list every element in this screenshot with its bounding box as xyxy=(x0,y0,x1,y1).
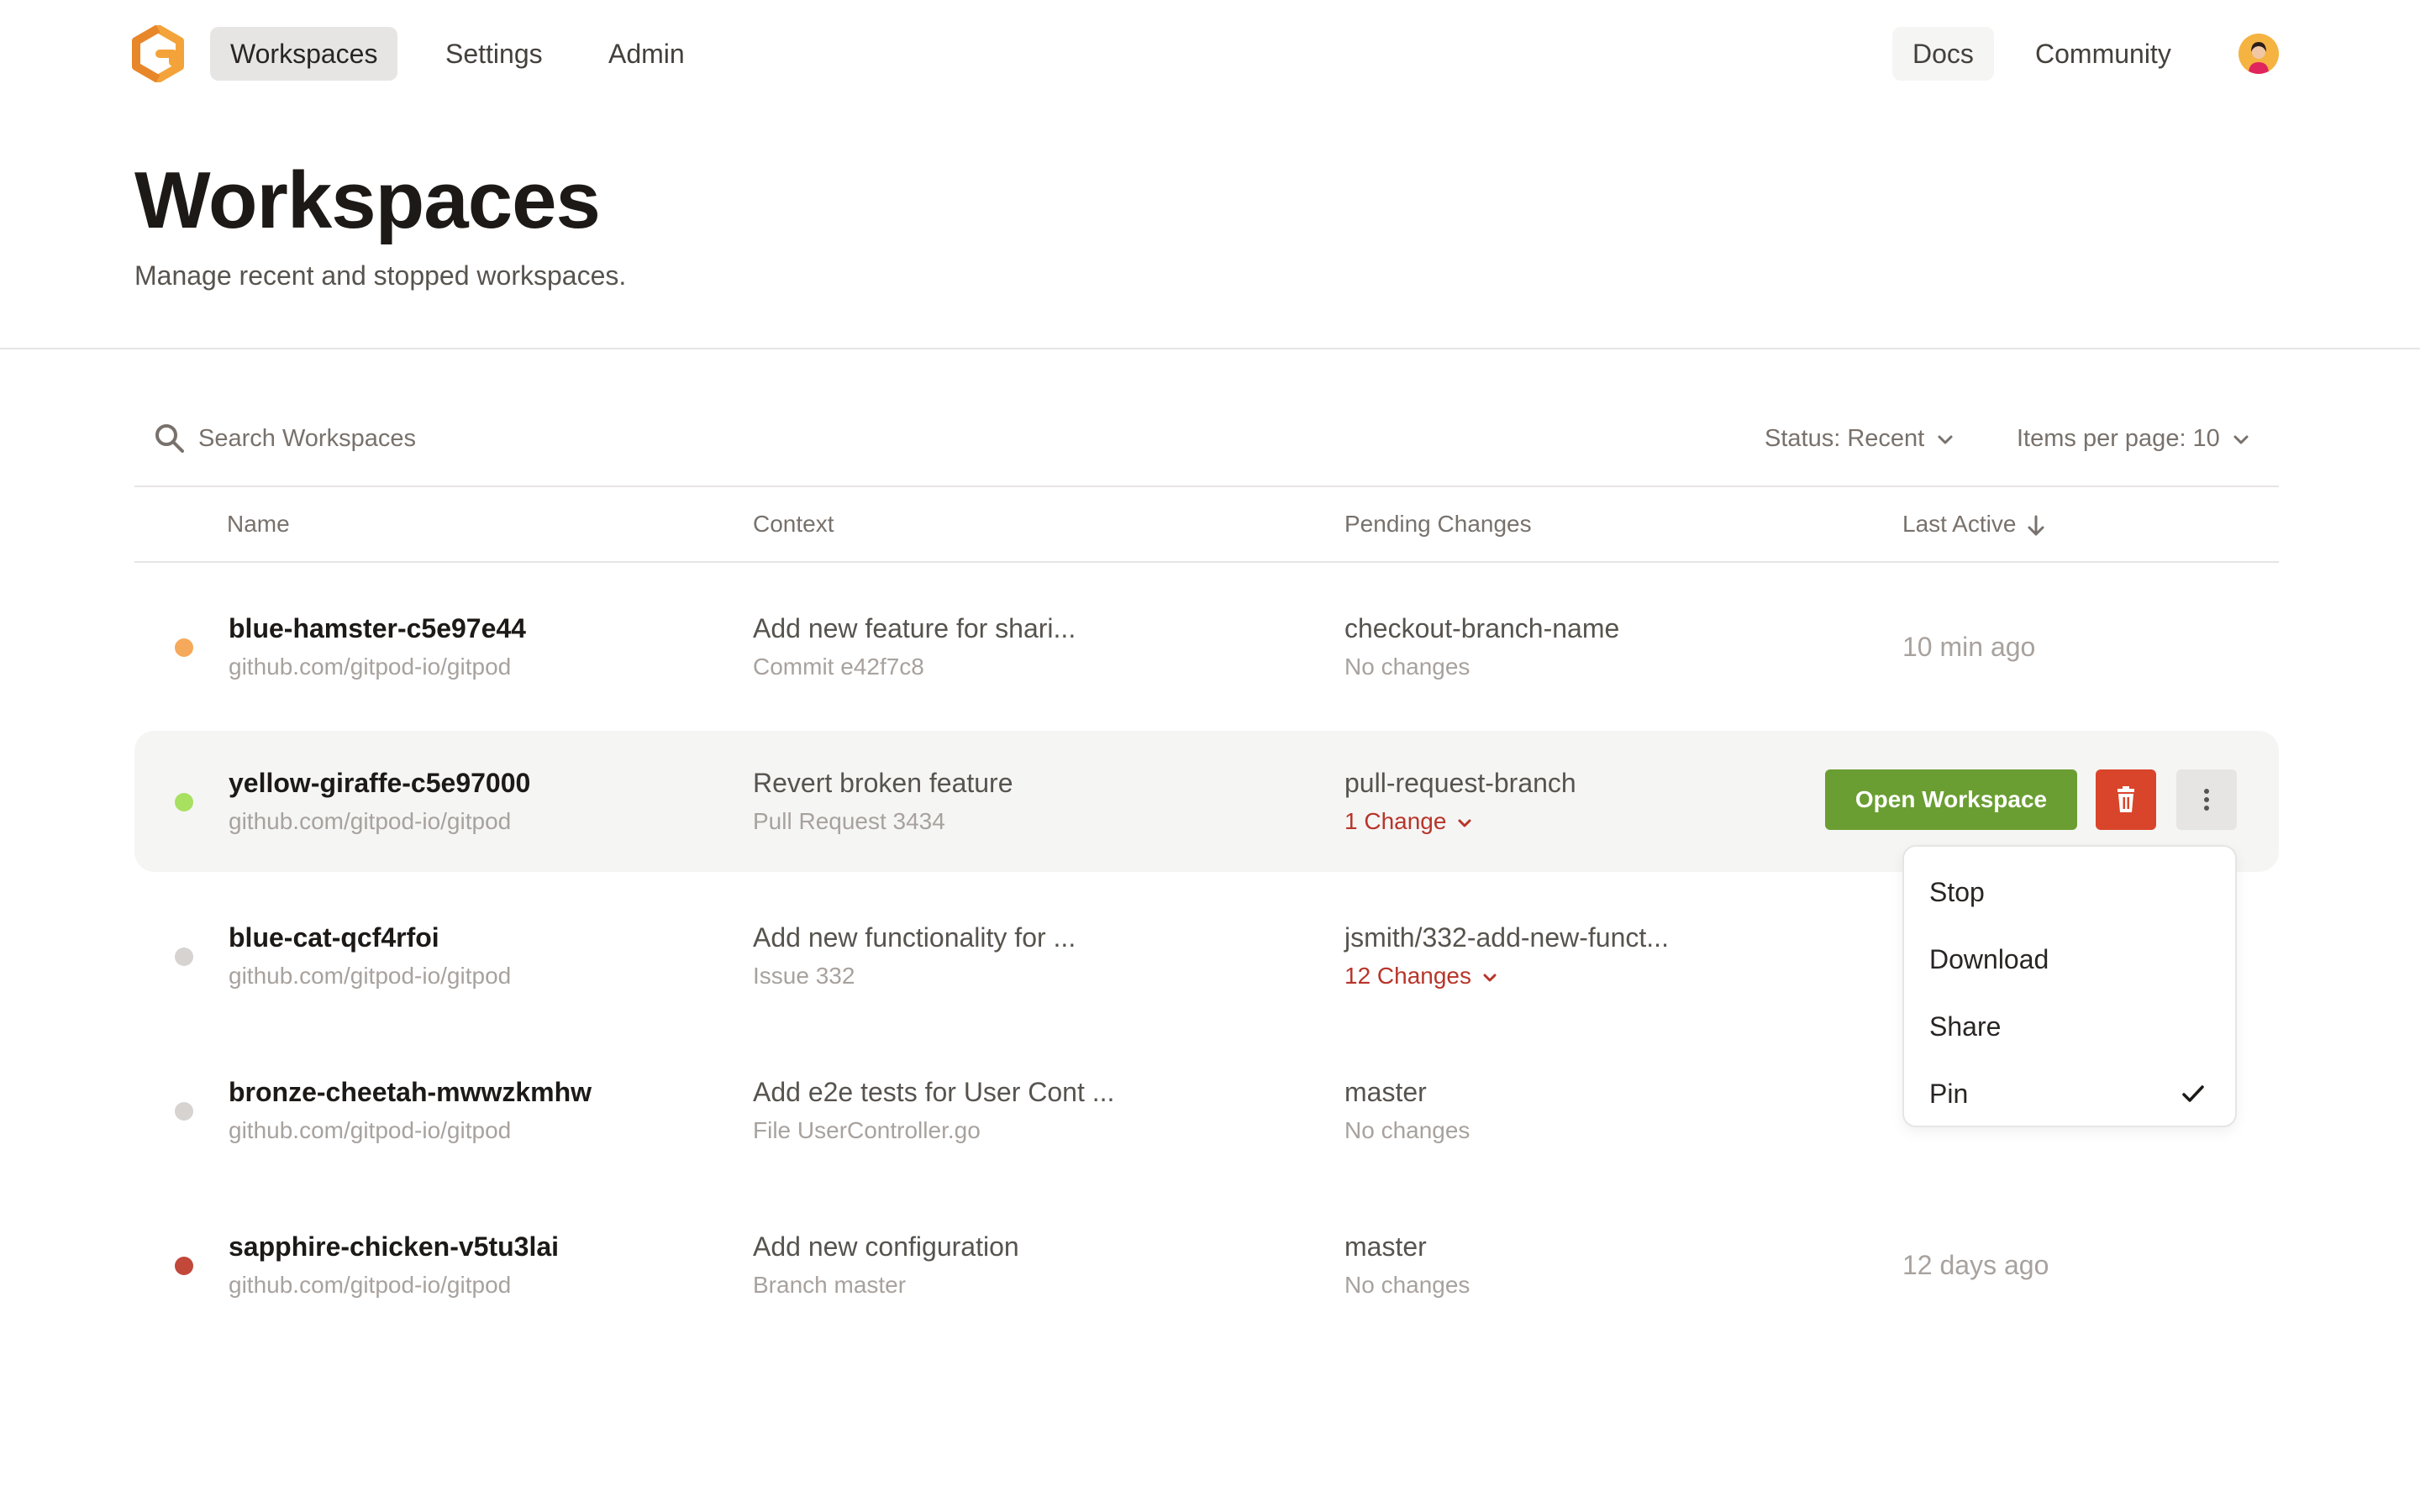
checkmark-icon xyxy=(2182,1085,2204,1102)
user-avatar[interactable] xyxy=(2238,34,2279,74)
pending-changes-toggle[interactable]: 12 Changes xyxy=(1344,963,1498,990)
chevron-down-icon xyxy=(1938,435,1953,444)
context-title: Add e2e tests for User Cont ... xyxy=(753,1077,1115,1107)
pending-changes: No changes xyxy=(1344,1272,1470,1298)
menu-item-share[interactable]: Share xyxy=(1904,993,2235,1060)
nav-community[interactable]: Community xyxy=(2015,27,2191,81)
chevron-down-icon xyxy=(1483,974,1497,982)
column-header-name[interactable]: Name xyxy=(227,507,290,541)
workspace-name: blue-cat-qcf4rfoi xyxy=(229,922,439,953)
search-input[interactable] xyxy=(198,418,955,459)
gitpod-logo-icon[interactable] xyxy=(131,25,185,82)
menu-item-pin[interactable]: Pin xyxy=(1904,1060,2235,1127)
search-icon xyxy=(155,424,184,453)
header-divider xyxy=(0,348,2420,349)
menu-item-download[interactable]: Download xyxy=(1904,926,2235,993)
column-header-last-active-label: Last Active xyxy=(1902,511,2017,537)
workspace-name: sapphire-chicken-v5tu3lai xyxy=(229,1231,560,1262)
more-options-button[interactable] xyxy=(2176,769,2237,830)
branch-name: jsmith/332-add-new-funct... xyxy=(1344,922,1669,953)
branch-name: master xyxy=(1344,1231,1427,1262)
nav-admin[interactable]: Admin xyxy=(588,27,705,81)
table-row[interactable]: sapphire-chicken-v5tu3lai github.com/git… xyxy=(134,1194,2279,1336)
columns-divider xyxy=(134,561,2279,563)
chevron-down-icon xyxy=(2233,435,2249,444)
pending-changes: No changes xyxy=(1344,1117,1470,1143)
page-title: Workspaces xyxy=(134,155,601,245)
context-subtitle: Issue 332 xyxy=(753,963,855,989)
workspace-repo: github.com/gitpod-io/gitpod xyxy=(229,654,512,680)
nav-settings[interactable]: Settings xyxy=(425,27,563,81)
workspace-repo: github.com/gitpod-io/gitpod xyxy=(229,1272,512,1298)
column-header-last-active[interactable]: Last Active xyxy=(1902,507,2046,541)
column-header-context[interactable]: Context xyxy=(753,507,834,541)
context-subtitle: Branch master xyxy=(753,1272,907,1298)
status-dot xyxy=(175,948,193,966)
status-dot xyxy=(175,1102,193,1121)
user-avatar-icon xyxy=(2238,34,2279,74)
context-subtitle: File UserController.go xyxy=(753,1117,981,1143)
branch-name: checkout-branch-name xyxy=(1344,613,1620,643)
delete-workspace-button[interactable] xyxy=(2096,769,2156,830)
context-subtitle: Commit e42f7c8 xyxy=(753,654,924,680)
context-title: Add new functionality for ... xyxy=(753,922,1076,953)
chevron-down-icon xyxy=(1458,819,1471,827)
last-active: 12 days ago xyxy=(1902,1250,2049,1280)
status-dot xyxy=(175,793,193,811)
branch-name: master xyxy=(1344,1077,1427,1107)
context-subtitle: Pull Request 3434 xyxy=(753,808,945,834)
pending-changes-label: 12 Changes xyxy=(1344,963,1472,989)
context-title: Add new feature for shari... xyxy=(753,613,1076,643)
workspace-repo: github.com/gitpod-io/gitpod xyxy=(229,808,512,834)
open-workspace-button[interactable]: Open Workspace xyxy=(1825,769,2077,830)
last-active: 10 min ago xyxy=(1902,632,2036,662)
workspace-repo: github.com/gitpod-io/gitpod xyxy=(229,963,512,989)
more-vertical-icon xyxy=(2204,789,2209,811)
menu-item-stop[interactable]: Stop xyxy=(1904,858,2235,926)
status-dot xyxy=(175,638,193,657)
table-row[interactable]: blue-hamster-c5e97e44 github.com/gitpod-… xyxy=(134,576,2279,717)
branch-name: pull-request-branch xyxy=(1344,768,1576,798)
sort-arrow-down-icon xyxy=(2028,515,2044,536)
page-subtitle: Manage recent and stopped workspaces. xyxy=(134,260,627,291)
workspace-options-menu: Stop Download Share Pin xyxy=(1902,845,2237,1127)
context-title: Revert broken feature xyxy=(753,768,1013,798)
trash-icon xyxy=(2118,786,2134,812)
pending-changes: No changes xyxy=(1344,654,1470,680)
toolbar-divider xyxy=(134,486,2279,487)
status-dot xyxy=(175,1257,193,1275)
workspace-name: bronze-cheetah-mwwzkmhw xyxy=(229,1077,592,1107)
workspace-name: blue-hamster-c5e97e44 xyxy=(229,613,526,643)
nav-docs[interactable]: Docs xyxy=(1892,27,1994,81)
pending-changes-toggle[interactable]: 1 Change xyxy=(1344,808,1473,835)
status-filter-label: Status: Recent xyxy=(1765,425,1925,452)
items-per-page-label: Items per page: 10 xyxy=(2017,425,2220,452)
context-title: Add new configuration xyxy=(753,1231,1019,1262)
nav-workspaces[interactable]: Workspaces xyxy=(210,27,398,81)
status-filter[interactable]: Status: Recent xyxy=(1765,420,1954,457)
pending-changes-label: 1 Change xyxy=(1344,808,1447,834)
workspace-name: yellow-giraffe-c5e97000 xyxy=(229,768,531,798)
column-header-pending-changes[interactable]: Pending Changes xyxy=(1344,507,1532,541)
workspace-repo: github.com/gitpod-io/gitpod xyxy=(229,1117,512,1143)
items-per-page-filter[interactable]: Items per page: 10 xyxy=(2017,420,2250,457)
top-navigation: Workspaces Settings Admin Docs Community xyxy=(0,0,2420,108)
menu-item-pin-label: Pin xyxy=(1929,1079,1969,1109)
